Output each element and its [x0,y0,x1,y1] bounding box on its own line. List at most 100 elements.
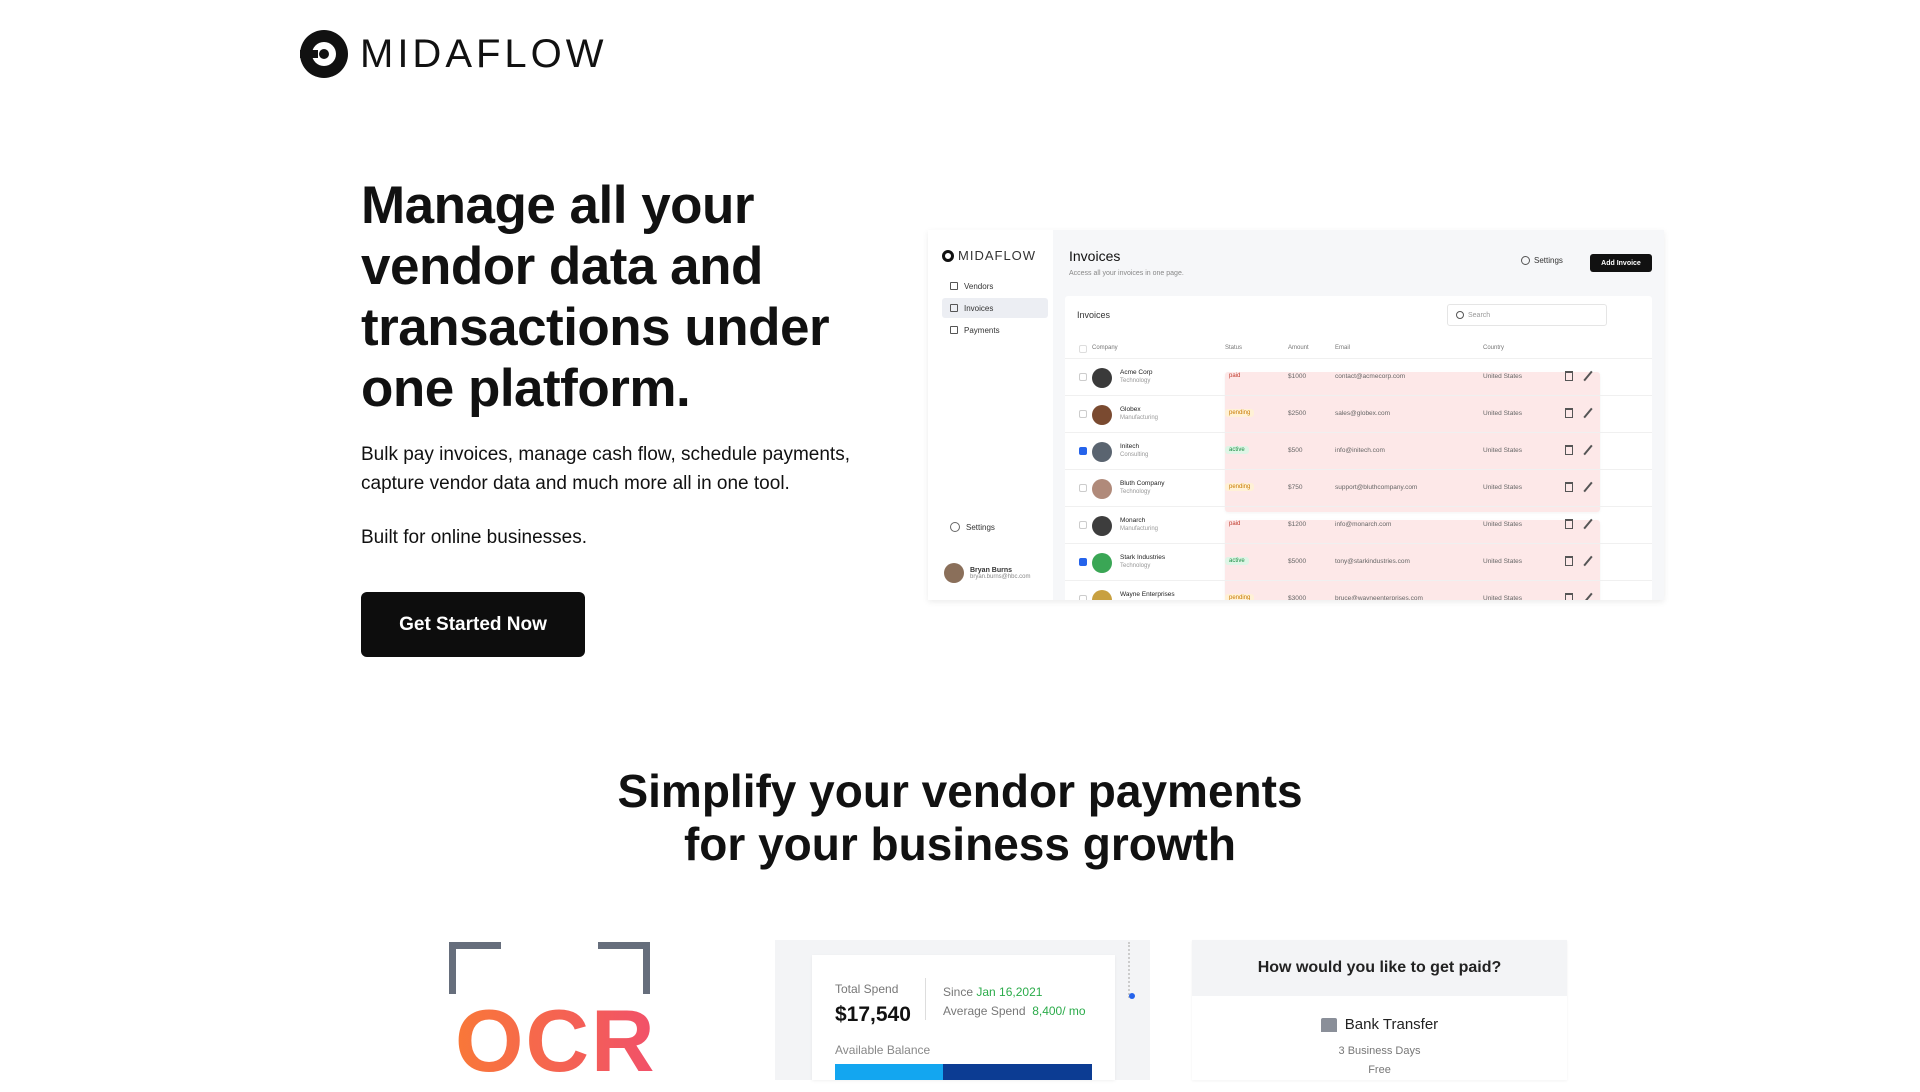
company-avatar [1092,368,1112,388]
trash-icon[interactable] [1565,408,1573,418]
since-text: Since Jan 16,2021 [943,985,1043,999]
sidebar-item-settings[interactable]: Settings [950,522,995,532]
status-badge: active [1225,446,1249,454]
amount: $2500 [1288,410,1307,417]
app-logo: MIDAFLOW [942,248,1036,263]
edit-icon[interactable] [1583,444,1593,456]
row-checkbox[interactable] [1079,447,1087,455]
table-row[interactable]: Globex Manufacturing pending $2500 sales@glo… [1065,395,1652,432]
col-country: Country [1483,345,1505,351]
email: support@bluthcompany.com [1335,484,1418,491]
row-checkbox[interactable] [1079,373,1087,381]
row-checkbox[interactable] [1079,558,1087,566]
table-row[interactable]: Acme Corp Technology paid $1000 contact@acme… [1065,358,1652,512]
amount: $1000 [1288,373,1307,380]
search-input[interactable]: Search [1447,304,1607,326]
row-checkbox[interactable] [1079,484,1087,492]
table-row[interactable]: Monarch Manufacturing paid $1200 info@monarc… [1065,506,1652,600]
trash-icon[interactable] [1565,593,1573,600]
status-badge: pending [1225,594,1255,600]
country: United States [1483,373,1523,380]
col-email: Email [1335,345,1351,351]
table-row[interactable]: Stark Industries Technology active $5000 ton… [1065,543,1652,580]
sidebar-item-invoices[interactable]: Invoices [942,298,1048,318]
user-profile[interactable]: Bryan Burns bryan.burns@hbc.com [944,563,1030,583]
status-badge: pending [1225,483,1255,491]
timeline-dot [1129,993,1135,999]
ocr-label: OCR [455,991,657,1090]
page-title: Invoices [1069,248,1121,264]
status-badge: active [1225,557,1249,565]
sidebar-item-vendors[interactable]: Vendors [942,276,1048,296]
get-started-button[interactable]: Get Started Now [361,592,585,657]
amount: $1200 [1288,521,1307,528]
brand-name: MIDAFLOW [360,31,608,76]
scan-corner-icon [598,942,650,994]
select-all-checkbox[interactable] [1079,345,1087,353]
avatar [944,563,964,583]
row-checkbox[interactable] [1079,595,1087,600]
total-spend-label: Total Spend [835,982,899,996]
sidebar-item-payments[interactable]: Payments [942,320,1048,340]
total-spend-value: $17,540 [835,1003,911,1026]
payout-question: How would you like to get paid? [1192,940,1567,996]
app-screenshot: MIDAFLOW Vendors Invoices Payments Setti… [928,230,1664,600]
gear-icon [1521,256,1530,265]
country: United States [1483,558,1523,565]
trash-icon[interactable] [1565,482,1573,492]
settings-button[interactable]: Settings [1521,256,1563,265]
trash-icon[interactable] [1565,445,1573,455]
company-name: Stark Industries [1120,554,1166,561]
trash-icon[interactable] [1565,519,1573,529]
email: sales@globex.com [1335,410,1391,417]
company-avatar [1092,590,1112,600]
amount: $5000 [1288,558,1307,565]
hero-subtitle: Bulk pay invoices, manage cash flow, sch… [361,444,850,494]
company-avatar [1092,553,1112,573]
edit-icon[interactable] [1583,592,1593,600]
company-name: Wayne Enterprises [1120,591,1175,598]
gear-icon [950,522,960,532]
table-row[interactable]: Bluth Company Technology pending $750 suppor… [1065,469,1652,506]
col-amount: Amount [1288,345,1309,351]
amount: $3000 [1288,595,1307,600]
timeline-line [1128,942,1130,998]
hero-title: Manage all your vendor data and transact… [361,176,830,418]
balance-bar-remaining [943,1064,1092,1080]
trash-icon[interactable] [1565,371,1573,381]
country: United States [1483,595,1523,600]
edit-icon[interactable] [1583,481,1593,493]
table-row[interactable]: Initech Consulting active $500 info@initech.… [1065,432,1652,469]
available-balance-label: Available Balance [835,1043,931,1057]
row-checkbox[interactable] [1079,521,1087,529]
add-invoice-button[interactable]: Add Invoice [1590,254,1652,272]
balance-bar-used [835,1064,943,1080]
section-title: Simplify your vendor payments for your bu… [617,765,1303,870]
card-title: Invoices [1077,310,1111,320]
edit-icon[interactable] [1583,407,1593,419]
brand-logo[interactable]: MIDAFLOW [300,30,608,78]
hero-built-for: Built for online businesses. [361,527,588,548]
email: info@monarch.com [1335,521,1392,528]
trash-icon[interactable] [1565,556,1573,566]
table-row[interactable]: Wayne Enterprises pending $3000 bruce@wayne… [1065,580,1652,600]
company-avatar [1092,405,1112,425]
country: United States [1483,410,1523,417]
email: contact@acmecorp.com [1335,373,1406,380]
bank-transfer-option[interactable]: Bank Transfer [1192,1016,1567,1033]
country: United States [1483,484,1523,491]
email: bruce@wayneenterprises.com [1335,595,1423,600]
scan-corner-icon [449,942,501,994]
row-checkbox[interactable] [1079,410,1087,418]
divider [925,978,926,1020]
table-header: Company Status Amount Email Country [1065,342,1652,356]
edit-icon[interactable] [1583,555,1593,567]
page-subtitle: Access all your invoices in one page. [1069,270,1184,277]
company-name: Globex [1120,406,1141,413]
company-industry: Manufacturing [1120,415,1159,421]
brand-mark-icon [300,30,348,78]
transfer-fee: Free [1368,1064,1391,1076]
app-sidebar: MIDAFLOW Vendors Invoices Payments Setti… [928,230,1053,600]
vendors-icon [950,282,958,290]
company-name: Acme Corp [1120,369,1153,376]
